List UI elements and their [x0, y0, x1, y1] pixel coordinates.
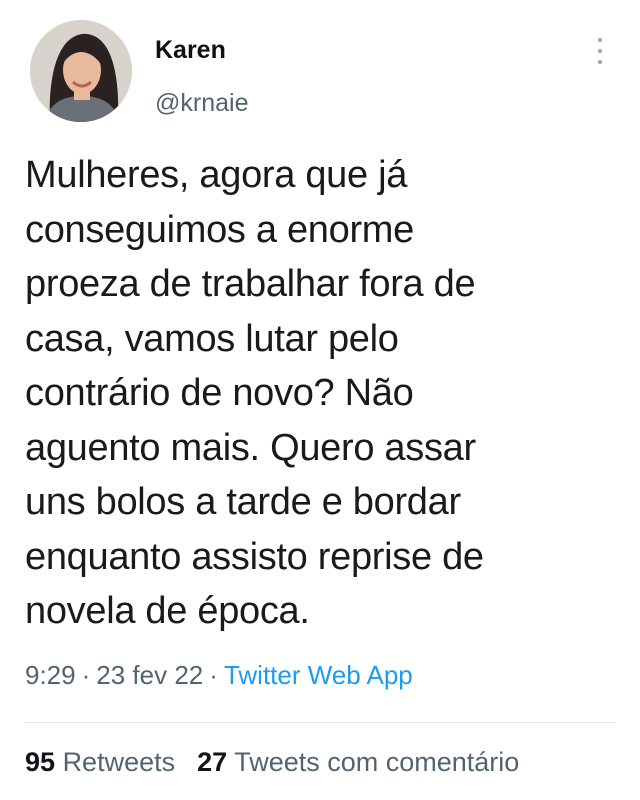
- tweet-date[interactable]: 23 fev 22: [96, 660, 203, 690]
- quote-tweets-stat[interactable]: 27 Tweets com comentário: [197, 747, 519, 777]
- tweet-line: conseguimos a enorme: [25, 208, 414, 251]
- more-dot: [598, 60, 602, 64]
- tweet-line: Mulheres, agora que já: [25, 154, 408, 196]
- author-handle[interactable]: @krnaie: [155, 89, 248, 118]
- tweet-line: proeza de trabalhar fora de: [25, 263, 476, 305]
- quotes-count: 27: [197, 747, 228, 777]
- tweet-stats: 95 Retweets 27 Tweets com comentário: [25, 747, 519, 778]
- meta-separator: ·: [209, 660, 218, 690]
- tweet-line: casa, vamos lutar pelo: [25, 317, 399, 360]
- tweet-text: Mulheres, agora que já conseguimos a eno…: [25, 148, 615, 639]
- retweets-count: 95: [25, 747, 56, 777]
- more-dot: [598, 38, 602, 42]
- more-vertical-icon[interactable]: [590, 34, 610, 68]
- avatar[interactable]: [30, 20, 132, 122]
- retweets-label: Retweets: [62, 747, 176, 777]
- tweet-line: aguento mais. Quero assar: [25, 426, 476, 469]
- tweet-meta: 9:29 · 23 fev 22 · Twitter Web App: [25, 660, 413, 691]
- more-dot: [598, 49, 602, 53]
- divider: [25, 722, 615, 723]
- retweets-stat[interactable]: 95 Retweets: [25, 747, 175, 777]
- tweet-source-link[interactable]: Twitter Web App: [224, 660, 413, 690]
- tweet-line: novela de época.: [25, 590, 310, 632]
- quotes-label: Tweets com comentário: [234, 747, 520, 777]
- meta-separator: ·: [81, 660, 91, 690]
- avatar-photo: [30, 20, 132, 122]
- tweet-line: uns bolos a tarde e bordar: [25, 481, 461, 523]
- tweet-line: contrário de novo? Não: [25, 372, 414, 414]
- author-name[interactable]: Karen: [155, 36, 226, 65]
- tweet-time[interactable]: 9:29: [25, 660, 76, 690]
- tweet-line: enquanto assisto reprise de: [25, 535, 484, 578]
